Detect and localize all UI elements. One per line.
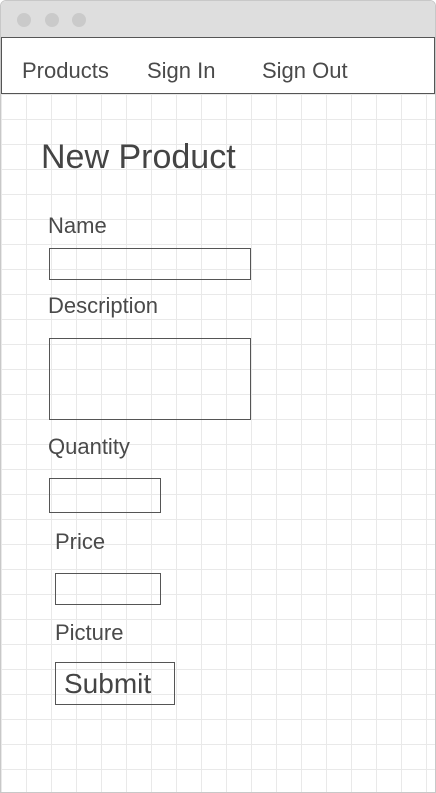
picture-label: Picture xyxy=(55,620,124,645)
quantity-input[interactable] xyxy=(49,478,161,513)
nav-sign-in-link[interactable]: Sign In xyxy=(147,58,216,84)
nav-products-link[interactable]: Products xyxy=(22,58,109,84)
price-input[interactable] xyxy=(55,573,161,605)
price-label: Price xyxy=(55,529,106,554)
maximize-window-dot[interactable] xyxy=(72,13,86,27)
quantity-label: Quantity xyxy=(48,434,130,459)
browser-window: Products Sign In Sign Out New Product Na… xyxy=(0,0,436,793)
nav-sign-out-link[interactable]: Sign Out xyxy=(262,58,348,84)
page-title: New Product xyxy=(41,138,236,176)
window-titlebar xyxy=(1,1,435,37)
top-navbar: Products Sign In Sign Out xyxy=(1,37,435,94)
submit-button[interactable]: Submit xyxy=(55,662,175,705)
close-window-dot[interactable] xyxy=(17,13,31,27)
description-label: Description xyxy=(48,293,159,318)
description-textarea[interactable] xyxy=(49,338,251,420)
minimize-window-dot[interactable] xyxy=(45,13,59,27)
name-input[interactable] xyxy=(49,248,251,280)
name-label: Name xyxy=(48,213,107,238)
